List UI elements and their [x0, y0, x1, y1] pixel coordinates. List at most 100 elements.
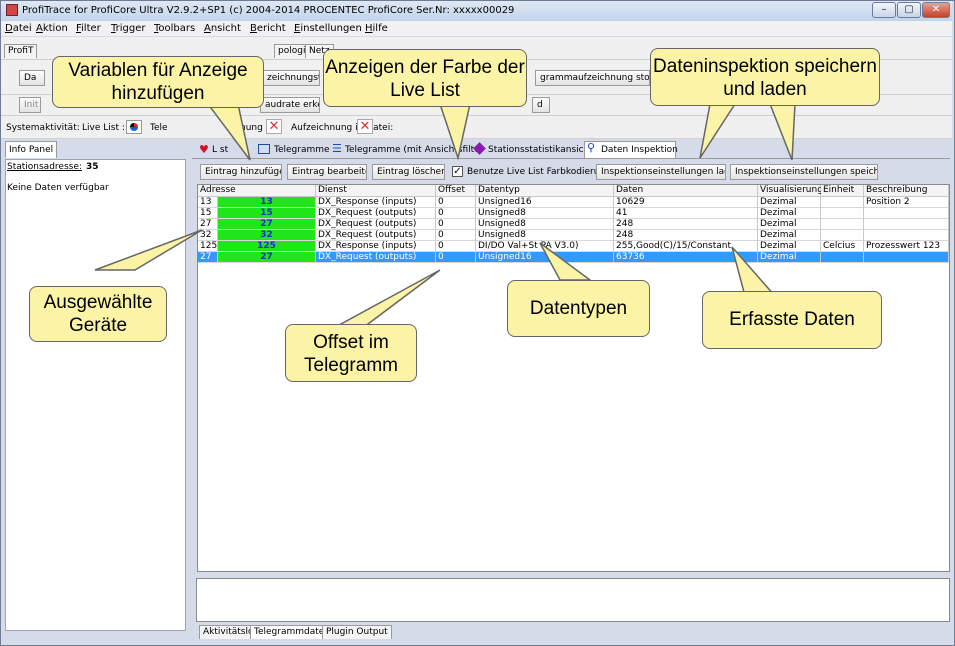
menu-toolbars[interactable]: Toolbars [154, 23, 195, 34]
cell-unit [821, 197, 864, 208]
load-settings-button[interactable]: Inspektionseinstellungen laden [596, 164, 726, 180]
toolbar-button-trigger[interactable]: zeichnungstrig [262, 70, 320, 86]
edit-entry-button[interactable]: Eintrag bearbeiten [287, 164, 367, 180]
menu-hilfe[interactable]: Hilfe [365, 23, 388, 34]
callout-variablen: Variablen für Anzeige hinzufügen [52, 56, 264, 108]
station-address-value: 35 [86, 162, 99, 172]
cell-address: 27 [198, 252, 218, 263]
telegram-icon [258, 144, 270, 154]
cell-unit [821, 208, 864, 219]
cell-datatype: DI/DO Val+St PA V3.0) [476, 241, 614, 252]
callout-farbe: Anzeigen der Farbe der Live List [323, 49, 527, 107]
toolbar-button-init[interactable]: Init [19, 97, 41, 113]
window-title: ProfiTrace for ProfiCore Ultra V2.9.2+SP… [22, 5, 515, 16]
cell-service: DX_Request (outputs) [316, 252, 436, 263]
cell-data: 10629 [614, 197, 758, 208]
cell-livelist-color: 27 [218, 252, 316, 263]
column-header-daten[interactable]: Daten [614, 185, 758, 197]
tab-plugin-output[interactable]: Plugin Output [322, 625, 392, 639]
menu-datei[interactable]: Datei [5, 23, 32, 34]
cell-offset: 0 [436, 219, 476, 230]
station-address-label: Stationsadresse: [7, 162, 82, 172]
menu-ansicht[interactable]: Ansicht [204, 23, 241, 34]
cell-livelist-color: 32 [218, 230, 316, 241]
cell-visualization: Dezimal [758, 219, 821, 230]
toolbar-button-d[interactable]: d [532, 97, 550, 113]
save-settings-button[interactable]: Inspektionseinstellungen speichern [730, 164, 878, 180]
column-header-beschreibung[interactable]: Beschreibung [864, 185, 949, 197]
tab-telegramme-filter[interactable]: Telegramme (mit Ansichtsfilte [345, 145, 480, 155]
cell-data: 63736 [614, 252, 758, 263]
column-header-adresse[interactable]: Adresse [198, 185, 316, 197]
trigger-off-icon[interactable]: ✕ [266, 119, 282, 134]
menu-aktion[interactable]: Aktion [36, 23, 68, 34]
cell-data: 248 [614, 219, 758, 230]
use-colors-checkbox[interactable]: ✓ [452, 166, 463, 177]
cell-address: 27 [198, 219, 218, 230]
cell-service: DX_Response (inputs) [316, 241, 436, 252]
cell-livelist-color: 15 [218, 208, 316, 219]
system-activity-label: Systemaktivität: [6, 123, 80, 133]
close-button[interactable]: ✕ [922, 2, 950, 18]
livelist-indicator[interactable] [126, 120, 142, 134]
tab-live-list[interactable]: L st [212, 145, 228, 155]
cell-description [864, 208, 949, 219]
cell-description: Prozesswert 123 [864, 241, 949, 252]
column-header-dienst[interactable]: Dienst [316, 185, 436, 197]
cell-unit [821, 219, 864, 230]
cell-address: 15 [198, 208, 218, 219]
cell-offset: 0 [436, 208, 476, 219]
filter-icon: ☰ [332, 142, 342, 155]
table-row[interactable]: 125 125 DX_Response (inputs) 0 DI/DO Val… [198, 241, 949, 252]
recording-off-icon[interactable]: ✕ [357, 119, 373, 134]
toolbar-button-stop-recording[interactable]: grammaufzeichnung stoppen [535, 70, 650, 86]
heart-icon: ♥ [199, 143, 209, 156]
toolbar-tab-profitrace[interactable]: ProfiT [4, 44, 38, 58]
cell-datatype: Unsigned16 [476, 252, 614, 263]
maximize-button[interactable]: ▢ [897, 2, 921, 18]
table-row-selected[interactable]: 27 27 DX_Request (outputs) 0 Unsigned16 … [198, 252, 949, 263]
cell-unit [821, 252, 864, 263]
callout-offset: Offset im Telegramm [285, 324, 417, 382]
add-entry-button[interactable]: Eintrag hinzufügen [200, 164, 282, 180]
tab-stationsstatistik[interactable]: Stationsstatistikansicht [488, 145, 593, 155]
output-pane [196, 578, 950, 622]
column-header-visualisierung[interactable]: Visualisierung [758, 185, 823, 197]
table-row[interactable]: 13 13 DX_Response (inputs) 0 Unsigned16 … [198, 197, 949, 208]
column-header-einheit[interactable]: Einheit [821, 185, 864, 197]
cell-visualization: Dezimal [758, 252, 821, 263]
table-row[interactable]: 32 32 DX_Request (outputs) 0 Unsigned8 2… [198, 230, 949, 241]
table-row[interactable]: 15 15 DX_Request (outputs) 0 Unsigned8 4… [198, 208, 949, 219]
menu-einstellungen[interactable]: Einstellungen [294, 23, 362, 34]
toolbar-button-da[interactable]: Da [19, 70, 45, 86]
tab-telegramme[interactable]: Telegramme [274, 145, 330, 155]
cell-datatype: Unsigned8 [476, 208, 614, 219]
cell-data: 41 [614, 208, 758, 219]
cell-visualization: Dezimal [758, 208, 821, 219]
delete-entry-button[interactable]: Eintrag löschen [372, 164, 445, 180]
cell-livelist-color: 13 [218, 197, 316, 208]
cell-offset: 0 [436, 241, 476, 252]
cell-service: DX_Request (outputs) [316, 230, 436, 241]
table-row[interactable]: 27 27 DX_Request (outputs) 0 Unsigned8 2… [198, 219, 949, 230]
cell-unit: Celcius [821, 241, 864, 252]
column-header-offset[interactable]: Offset [436, 185, 476, 197]
status-row [1, 116, 952, 139]
app-icon [6, 4, 18, 16]
cell-service: DX_Request (outputs) [316, 208, 436, 219]
cell-offset: 0 [436, 197, 476, 208]
tab-daten-inspektion[interactable]: Daten Inspektion [601, 145, 678, 155]
info-panel-tab[interactable]: Info Panel [5, 141, 58, 158]
cell-datatype: Unsigned16 [476, 197, 614, 208]
menu-bericht[interactable]: Bericht [250, 23, 286, 34]
toolbar-button-baudrate[interactable]: audrate erkenn [260, 97, 320, 113]
minimize-button[interactable]: – [872, 2, 896, 18]
menu-filter[interactable]: Filter [76, 23, 101, 34]
cell-service: DX_Request (outputs) [316, 219, 436, 230]
menu-trigger[interactable]: Trigger [111, 23, 146, 34]
livelist-label: Live List : [82, 123, 125, 133]
cell-data: 248 [614, 230, 758, 241]
cell-offset: 0 [436, 252, 476, 263]
column-header-datentyp[interactable]: Datentyp [476, 185, 614, 197]
cell-visualization: Dezimal [758, 241, 821, 252]
